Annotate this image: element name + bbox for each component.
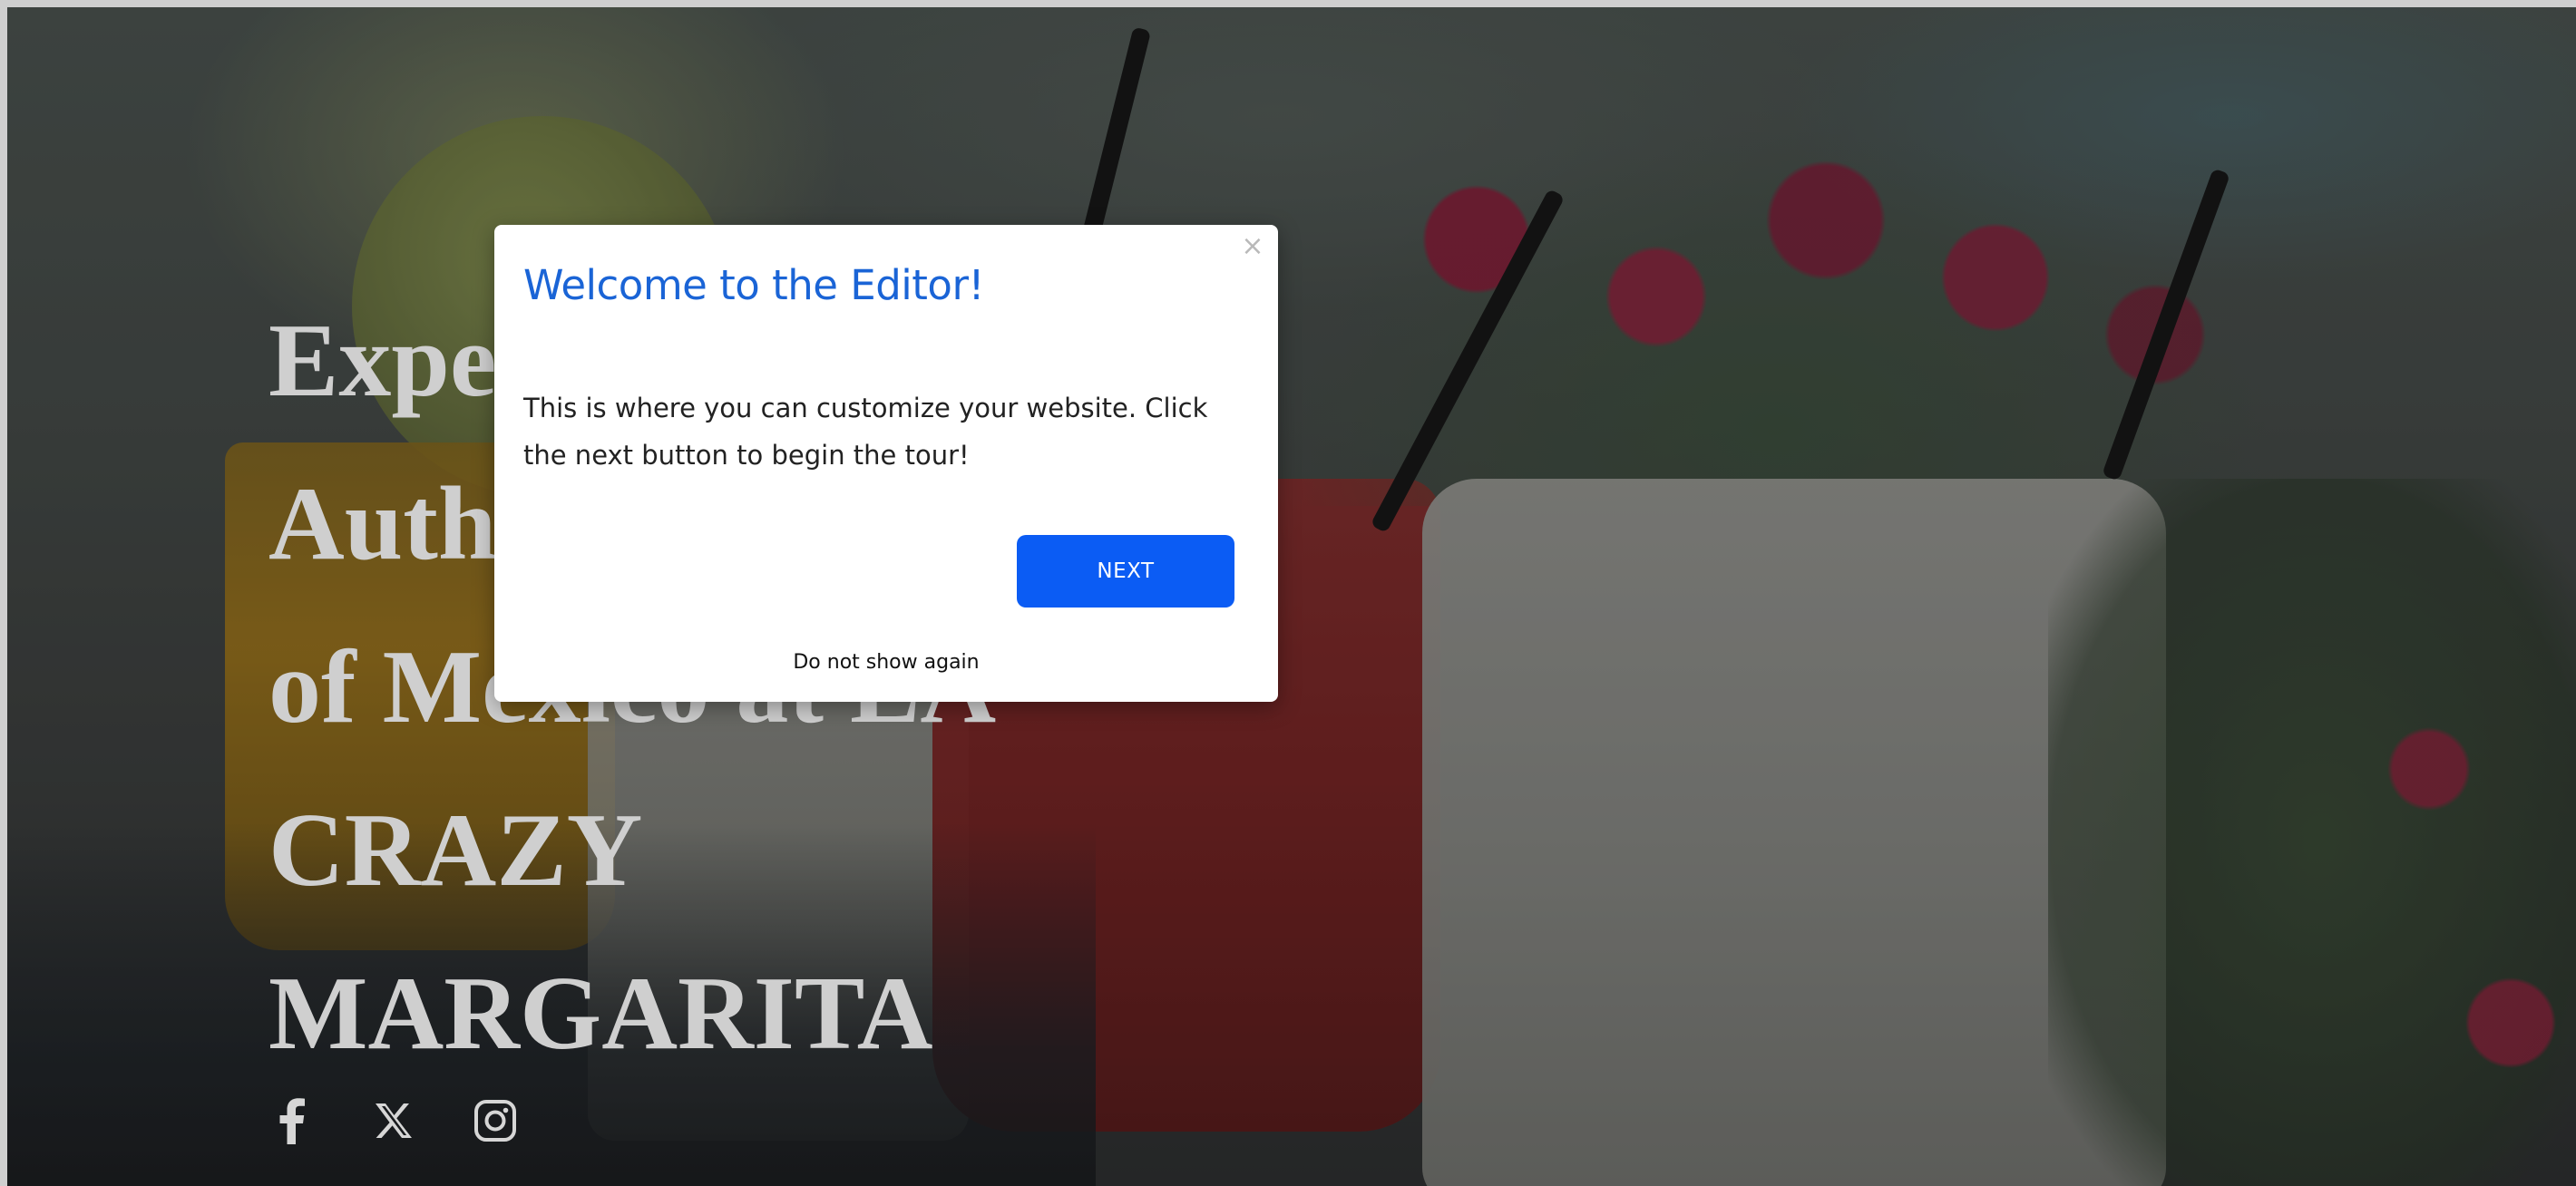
close-icon[interactable]: × xyxy=(1238,232,1267,261)
facebook-icon[interactable] xyxy=(267,1095,317,1146)
welcome-dialog: × Welcome to the Editor! This is where y… xyxy=(494,225,1278,702)
x-twitter-icon[interactable] xyxy=(368,1095,419,1146)
dialog-body-text: This is where you can customize your web… xyxy=(523,393,1208,471)
dialog-title: Welcome to the Editor! xyxy=(523,261,985,309)
website-preview: Expe Auth of Mexico at LA CRAZY MARGARIT… xyxy=(7,7,2576,1186)
next-button[interactable]: NEXT xyxy=(1017,535,1234,608)
hero-line-5: MARGARITA xyxy=(268,956,933,1072)
social-links xyxy=(267,1095,521,1146)
hero-line-4: CRAZY xyxy=(268,792,643,909)
do-not-show-again-link[interactable]: Do not show again xyxy=(494,651,1278,674)
instagram-icon[interactable] xyxy=(470,1095,521,1146)
